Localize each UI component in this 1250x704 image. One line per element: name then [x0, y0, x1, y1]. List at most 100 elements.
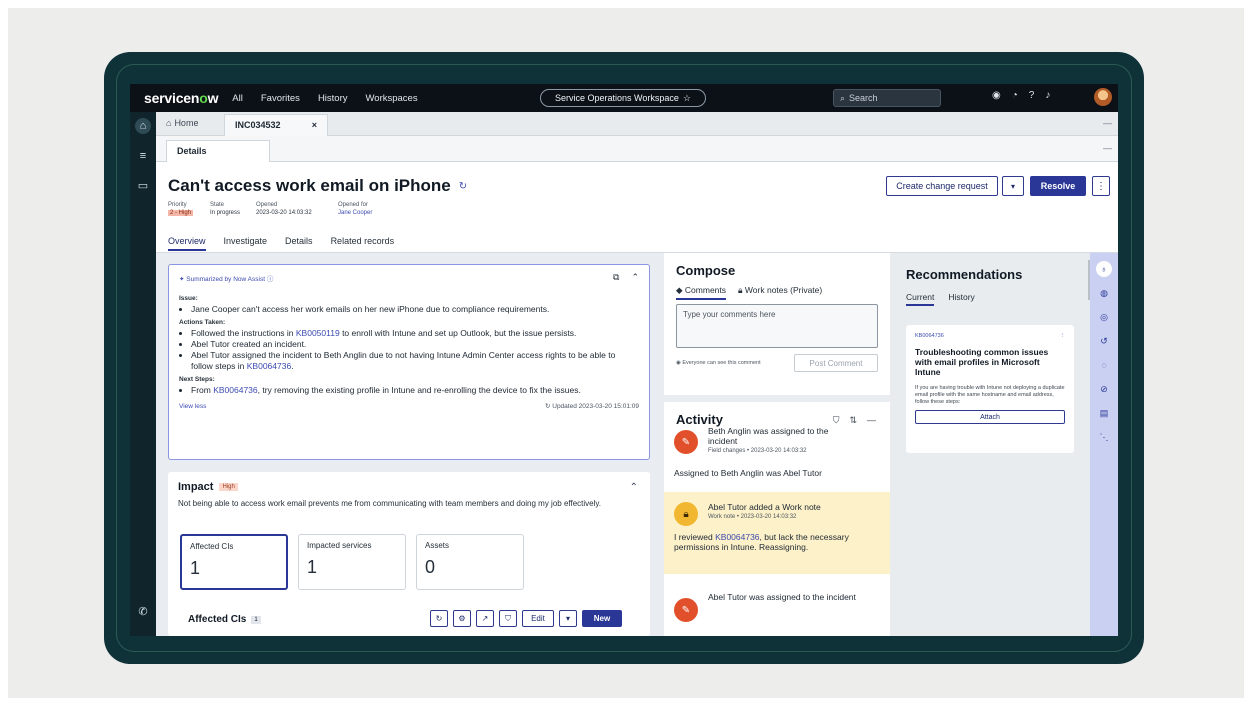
notifications-icon[interactable]: ♪ [1045, 90, 1050, 101]
kb-link[interactable]: KB0050119 [296, 328, 340, 338]
filter-button[interactable]: ⛉ [499, 610, 517, 627]
kb-link[interactable]: KB0064736 [715, 532, 759, 542]
page-title: Can't access work email on iPhone ↻ [168, 176, 468, 195]
edit-dropdown[interactable]: ▾ [559, 610, 577, 627]
tab-comments[interactable]: ◆ Comments [676, 285, 727, 300]
open-button[interactable]: ↗ [476, 610, 494, 627]
meta-priority: Priority 2 - High [168, 202, 194, 216]
record-tabs: Overview Investigate Details Related rec… [168, 236, 394, 251]
subtab-collapse-icon[interactable]: — [1103, 143, 1112, 153]
more-vertical-icon: ⋮ [1096, 180, 1106, 192]
tab-details[interactable]: Details [285, 236, 313, 251]
close-tab-icon[interactable]: × [312, 120, 317, 131]
tab-work-notes[interactable]: 🔒︎ Work notes (Private) [738, 285, 822, 300]
tab-investigate[interactable]: Investigate [224, 236, 268, 251]
nav-workspaces[interactable]: Workspaces [366, 93, 418, 104]
chat-icon[interactable]: ◌ [1096, 357, 1112, 373]
nav-all[interactable]: All [232, 93, 243, 104]
contextual-side-rail: ♁ ◍ ◎ ↺ ◌ ⊘ ▤ ⋱ [1090, 253, 1118, 636]
search-icon: ⌕ [840, 92, 846, 103]
attachment-icon[interactable]: ⊘ [1096, 381, 1112, 397]
history-icon[interactable]: ↺ [1096, 333, 1112, 349]
global-search-input[interactable]: ⌕ Search [833, 89, 941, 107]
top-icons: ◉ ◔ ? ♪ [992, 90, 1050, 101]
meta-state: State In progress [210, 202, 241, 216]
filter-icon: ⛉ [505, 613, 511, 623]
edit-activity-icon: ✎ [674, 598, 698, 622]
sort-icon[interactable]: ⇅ [849, 415, 857, 426]
info-icon[interactable]: ⓘ [267, 276, 274, 283]
recommendation-card: KB0064736 ⋮ Troubleshooting common issues… [906, 325, 1074, 453]
settings-button[interactable]: ⚙ [453, 610, 471, 627]
document-icon[interactable]: ▤ [1096, 405, 1112, 421]
phone-rail-icon[interactable]: ✆ [135, 604, 151, 620]
refresh-icon[interactable]: ↻ [545, 403, 550, 410]
chevron-up-icon[interactable]: ⌃ [631, 272, 639, 285]
assets-card[interactable]: Assets 0 [416, 534, 524, 590]
priority-badge: 2 - High [168, 210, 194, 216]
resolve-button[interactable]: Resolve [1030, 176, 1086, 196]
subtab-details[interactable]: Details [166, 140, 270, 162]
create-change-request-button[interactable]: Create change request [886, 176, 998, 196]
more-vertical-icon[interactable]: ⋮ [1060, 333, 1066, 339]
affected-cis-heading: Affected CIs 1 [188, 614, 261, 625]
attach-button[interactable]: Attach [915, 410, 1065, 424]
gear-icon: ⚙ [458, 614, 466, 623]
affected-cis-card[interactable]: Affected CIs 1 [180, 534, 288, 590]
edit-button[interactable]: Edit [522, 610, 554, 627]
lock-activity-icon: 🔒︎ [674, 502, 698, 526]
minus-icon[interactable]: — [867, 415, 876, 426]
home-icon: ⌂ [166, 118, 172, 128]
lightbulb-icon[interactable]: ♁ [1096, 261, 1112, 277]
star-icon[interactable]: ☆ [683, 93, 691, 104]
eye-icon[interactable]: ◎ [1096, 309, 1112, 325]
inbox-rail-icon[interactable]: ▭ [135, 178, 151, 194]
copy-icon[interactable]: ⧉ [613, 272, 619, 285]
scope-icon[interactable]: ◉ [992, 90, 1001, 101]
post-comment-button[interactable]: Post Comment [794, 354, 878, 372]
count-badge: 1 [251, 615, 261, 624]
workspace-tab-bar: ⌂ Home INC034532 × — [156, 112, 1118, 136]
opened-for-link[interactable]: Jane Cooper [338, 209, 372, 217]
external-link-icon: ↗ [481, 614, 489, 623]
home-rail-icon[interactable]: ⌂ [135, 118, 151, 134]
meta-opened: Opened 2023-03-20 14:03:32 [256, 202, 312, 216]
tab-overview[interactable]: Overview [168, 236, 206, 251]
tab-current[interactable]: Current [906, 292, 935, 306]
comment-input[interactable]: Type your comments here [676, 304, 878, 348]
impact-badge: High [219, 483, 238, 491]
more-actions-button[interactable]: ⋮ [1092, 176, 1110, 196]
chevron-up-icon[interactable]: ⌃ [630, 482, 638, 493]
help-icon[interactable]: ? [1029, 90, 1035, 101]
user-avatar[interactable] [1094, 88, 1112, 106]
activity-item: Beth Anglin was assigned to the incident… [708, 426, 829, 454]
tab-home[interactable]: ⌂ Home [166, 118, 198, 128]
new-button[interactable]: New [582, 610, 622, 627]
share-icon[interactable]: ⋱ [1096, 429, 1112, 445]
tab-history[interactable]: History [948, 292, 974, 306]
tab-related-records[interactable]: Related records [331, 236, 395, 251]
tab-incident[interactable]: INC034532 × [224, 114, 328, 136]
nav-history[interactable]: History [318, 93, 348, 104]
filter-icon[interactable]: ⛉ [833, 415, 840, 426]
view-less-link[interactable]: View less [179, 401, 206, 412]
compose-section: Compose ◆ Comments 🔒︎ Work notes (Privat… [664, 253, 890, 395]
kb-link[interactable]: KB0064736 [213, 385, 257, 395]
chat-icon[interactable]: ◔ [1012, 90, 1018, 101]
refresh-icon[interactable]: ↻ [459, 181, 467, 192]
globe-icon[interactable]: ◍ [1096, 285, 1112, 301]
collapse-icon[interactable]: — [1103, 118, 1112, 128]
main-nav: All Favorites History Workspaces [232, 93, 417, 104]
impacted-services-card[interactable]: Impacted services 1 [298, 534, 406, 590]
top-nav-bar: servicenow All Favorites History Workspa… [130, 84, 1118, 112]
refresh-button[interactable]: ↻ [430, 610, 448, 627]
kb-link[interactable]: KB0064736 [915, 333, 944, 339]
affected-cis-toolbar: ↻ ⚙ ↗ ⛉ Edit ▾ New [430, 610, 622, 627]
nav-favorites[interactable]: Favorites [261, 93, 300, 104]
workspace-pill[interactable]: Service Operations Workspace ☆ [540, 89, 706, 107]
impact-section: Impact High ⌃ Not being able to access wo… [168, 472, 650, 636]
kb-link[interactable]: KB0064736 [247, 361, 291, 371]
change-request-dropdown[interactable]: ▾ [1002, 176, 1024, 196]
servicenow-logo[interactable]: servicenow [144, 90, 218, 106]
list-rail-icon[interactable]: ≡ [135, 148, 151, 164]
